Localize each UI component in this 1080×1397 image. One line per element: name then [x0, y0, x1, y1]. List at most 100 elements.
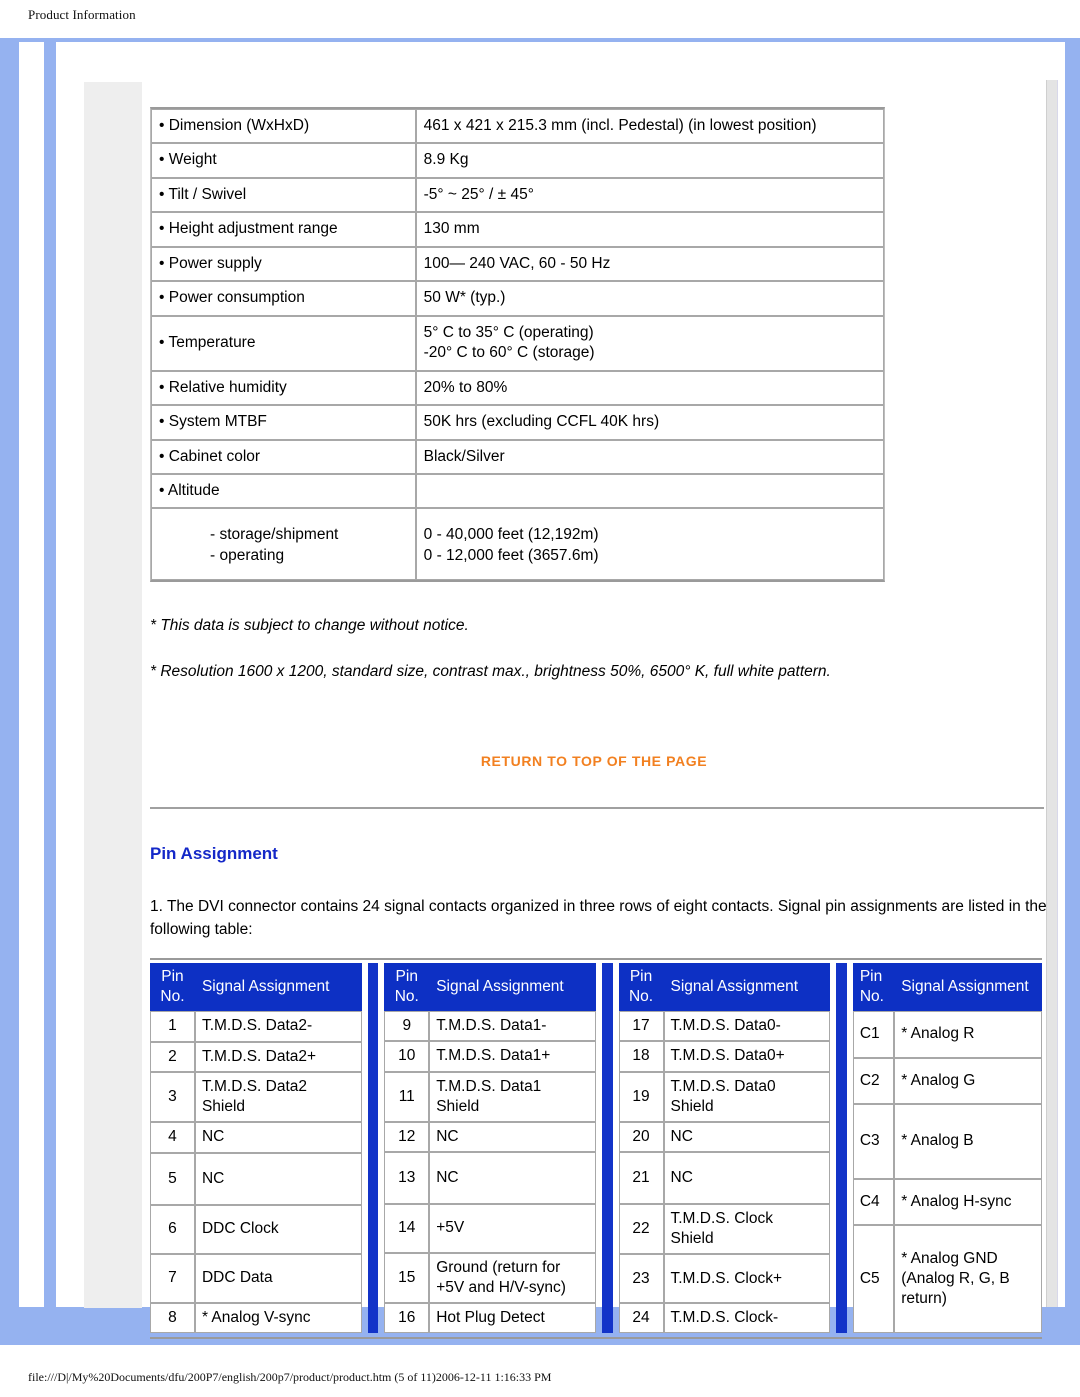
- table-row: 12 NC: [384, 1121, 597, 1152]
- table-row: • Height adjustment range 130 mm: [151, 212, 884, 247]
- table-row: 17 T.M.D.S. Data0-: [618, 1011, 831, 1042]
- spec-key: • Relative humidity: [151, 370, 416, 406]
- pin-assignment-table: Pin No. Signal Assignment 17 T.M.D.S. Data0-…: [618, 963, 831, 1334]
- pin-number-cell: C2: [852, 1057, 895, 1104]
- table-header-row: Pin No. Signal Assignment: [384, 963, 597, 1012]
- pin-number-cell: 14: [384, 1203, 430, 1253]
- signal-assignment-cell: DDC Clock: [194, 1204, 362, 1254]
- signal-assignment-cell: NC: [194, 1122, 362, 1153]
- signal-assignment-cell: * Analog H-sync: [894, 1179, 1043, 1226]
- signal-assignment-cell: T.M.D.S. Data0+: [663, 1041, 831, 1072]
- signal-assignment-cell: T.M.D.S. Data2 Shield: [194, 1071, 362, 1123]
- table-row: C1 * Analog R: [852, 1011, 1043, 1058]
- pin-table-divider: [602, 963, 613, 1334]
- spec-value: 5° C to 35° C (operating) -20° C to 60° C…: [415, 315, 884, 371]
- spec-key: • Temperature: [151, 315, 416, 371]
- table-row: 23 T.M.D.S. Clock+: [618, 1254, 831, 1304]
- spec-key: • Altitude: [151, 473, 416, 509]
- signal-assignment-cell: DDC Data: [194, 1253, 362, 1304]
- signal-assignment-cell: T.M.D.S. Data1+: [429, 1041, 597, 1072]
- signal-assignment-cell: * Analog G: [894, 1057, 1043, 1104]
- table-header-row: Pin No. Signal Assignment: [618, 963, 831, 1012]
- footer-url: file:///D|/My%20Documents/dfu/200P7/engl…: [28, 1370, 552, 1384]
- spec-value: 130 mm: [415, 212, 884, 247]
- pin-number-cell: 21: [618, 1151, 664, 1204]
- pin-assignment-intro: 1. The DVI connector contains 24 signal …: [150, 898, 1047, 939]
- table-row: 15 Ground (return for +5V and H/V-sync): [384, 1252, 597, 1304]
- signal-assignment-cell: NC: [429, 1121, 597, 1152]
- pin-number-cell: C1: [852, 1011, 895, 1058]
- table-row: • Temperature 5° C to 35° C (operating) -2…: [151, 315, 884, 371]
- spec-key: • Dimension (WxHxD): [151, 109, 416, 144]
- signal-assignment-cell: T.M.D.S. Data1-: [429, 1011, 597, 1042]
- pin-number-cell: 1: [150, 1011, 195, 1042]
- column-header-signal-assignment: Signal Assignment: [894, 963, 1043, 1012]
- table-row: 13 NC: [384, 1151, 597, 1204]
- signal-assignment-cell: T.M.D.S. Data1 Shield: [429, 1071, 597, 1122]
- pin-number-cell: 4: [150, 1122, 195, 1153]
- pin-number-cell: 9: [384, 1011, 430, 1042]
- table-row: • Dimension (WxHxD) 461 x 421 x 215.3 mm …: [151, 109, 884, 144]
- spec-key: • Weight: [151, 143, 416, 178]
- signal-assignment-cell: T.M.D.S. Data0-: [663, 1011, 831, 1042]
- pin-number-cell: C4: [852, 1179, 895, 1226]
- pin-table-divider: [367, 963, 379, 1334]
- column-header-signal-assignment: Signal Assignment: [194, 963, 362, 1012]
- spec-value: 0 - 40,000 feet (12,192m) 0 - 12,000 feet…: [415, 508, 884, 581]
- signal-assignment-cell: NC: [663, 1151, 831, 1204]
- table-row: C3 * Analog B: [852, 1103, 1043, 1180]
- table-row: 21 NC: [618, 1151, 831, 1204]
- signal-assignment-cell: * Analog GND (Analog R, G, Breturn): [894, 1225, 1043, 1334]
- pin-number-cell: 3: [150, 1071, 195, 1123]
- spec-key: • System MTBF: [151, 405, 416, 440]
- pin-table-group: Pin No. Signal Assignment C1 * Analog R C2 * A…: [852, 963, 1043, 1334]
- signal-assignment-cell: NC: [663, 1121, 831, 1152]
- pin-assignment-table: Pin No. Signal Assignment 1 T.M.D.S. Data2- 2…: [150, 963, 362, 1334]
- table-row: • System MTBF 50K hrs (excluding CCFL 40K…: [151, 405, 884, 440]
- spec-value: 20% to 80%: [415, 370, 884, 406]
- table-row: • Altitude: [151, 473, 884, 509]
- table-row: 19 T.M.D.S. Data0 Shield: [618, 1071, 831, 1122]
- signal-assignment-cell: * Analog R: [894, 1011, 1043, 1058]
- spec-key: • Power consumption: [151, 281, 416, 316]
- column-header-pin-no: Pin No.: [384, 963, 430, 1012]
- pin-assignment-table: Pin No. Signal Assignment 9 T.M.D.S. Data1- 1…: [384, 963, 597, 1334]
- pin-table-group: Pin No. Signal Assignment 17 T.M.D.S. Data0-…: [618, 963, 831, 1334]
- pin-table-group: Pin No. Signal Assignment 1 T.M.D.S. Data2- 2…: [150, 963, 362, 1334]
- table-row: 2 T.M.D.S. Data2+: [150, 1041, 362, 1072]
- table-row: 11 T.M.D.S. Data1 Shield: [384, 1071, 597, 1122]
- table-row: • Tilt / Swivel -5° ~ 25° / ± 45°: [151, 177, 884, 213]
- pin-number-cell: 24: [618, 1303, 664, 1334]
- frame-gap: [44, 42, 56, 1307]
- table-row: C5 * Analog GND (Analog R, G, Breturn): [852, 1225, 1043, 1334]
- left-nav-column: [84, 82, 142, 1308]
- spec-value: 50K hrs (excluding CCFL 40K hrs): [415, 405, 884, 440]
- spec-value: [415, 473, 884, 509]
- pin-number-cell: 5: [150, 1152, 195, 1205]
- table-row: 1 T.M.D.S. Data2-: [150, 1011, 362, 1042]
- spec-value: -5° ~ 25° / ± 45°: [415, 177, 884, 213]
- specifications-table: • Dimension (WxHxD) 461 x 421 x 215.3 mm …: [150, 107, 885, 583]
- pin-number-cell: 6: [150, 1204, 195, 1254]
- table-row: 14 +5V: [384, 1203, 597, 1253]
- pin-number-cell: 10: [384, 1041, 430, 1072]
- section-divider-rule: [150, 807, 1044, 809]
- spec-value: 461 x 421 x 215.3 mm (incl. Pedestal) (i…: [415, 109, 884, 144]
- signal-assignment-cell: NC: [194, 1152, 362, 1205]
- column-header-signal-assignment: Signal Assignment: [663, 963, 831, 1012]
- vertical-scrollbar[interactable]: [1046, 80, 1058, 1307]
- pin-number-cell: 23: [618, 1254, 664, 1304]
- return-to-top-link[interactable]: RETURN TO TOP OF THE PAGE: [142, 753, 1046, 769]
- spec-value: 100— 240 VAC, 60 - 50 Hz: [415, 246, 884, 282]
- spec-value: 8.9 Kg: [415, 143, 884, 178]
- table-row: 16 Hot Plug Detect: [384, 1303, 597, 1334]
- page-root: Product Information • Dimension (WxHxD) 4…: [0, 0, 1080, 1397]
- pin-number-cell: 13: [384, 1151, 430, 1204]
- table-header-row: Pin No. Signal Assignment: [852, 963, 1043, 1012]
- pin-number-cell: 18: [618, 1041, 664, 1072]
- signal-assignment-cell: T.M.D.S. Clock-: [663, 1303, 831, 1334]
- signal-assignment-cell: NC: [429, 1151, 597, 1204]
- pin-number-cell: 15: [384, 1252, 430, 1304]
- table-row: 18 T.M.D.S. Data0+: [618, 1041, 831, 1072]
- table-row: 3 T.M.D.S. Data2 Shield: [150, 1071, 362, 1123]
